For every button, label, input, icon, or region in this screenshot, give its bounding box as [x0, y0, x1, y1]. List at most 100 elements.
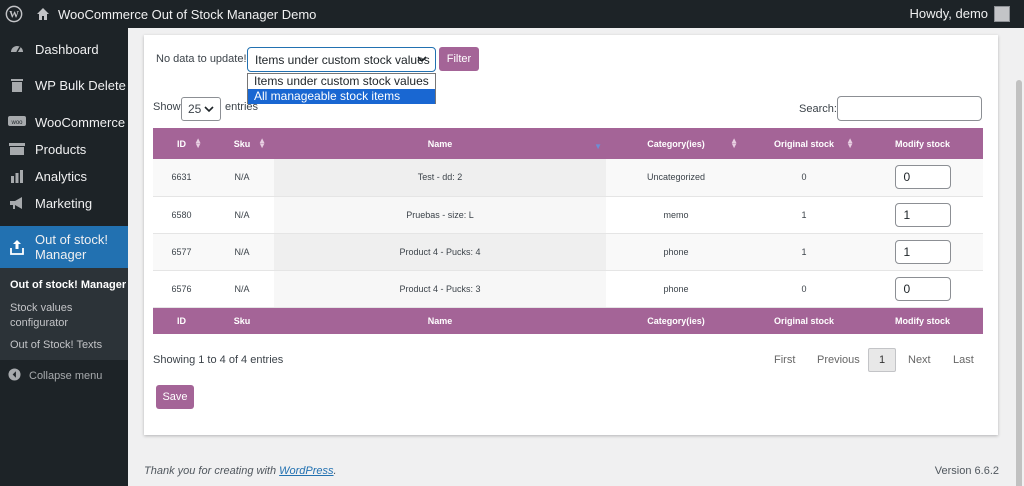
- cell-name: Product 4 - Pucks: 3: [274, 270, 606, 308]
- sort-arrows-icon: ▲ ▼: [846, 136, 854, 150]
- admin-sidebar: Dashboard WP Bulk Delete woo WooCommerce…: [0, 28, 128, 486]
- entries-length-select[interactable]: 25: [181, 97, 221, 121]
- wordpress-logo-icon[interactable]: W: [0, 0, 28, 28]
- modify-stock-input[interactable]: 1: [894, 239, 951, 264]
- site-name-link[interactable]: WooCommerce Out of Stock Manager Demo: [58, 7, 316, 22]
- chevron-down-icon: [416, 53, 428, 68]
- sidebar-item-marketing[interactable]: Marketing: [0, 186, 128, 220]
- footer-header-id: ID: [153, 307, 210, 334]
- home-icon[interactable]: [34, 0, 52, 28]
- cell-modify-stock: 0: [862, 270, 983, 308]
- cell-id: 6631: [153, 159, 210, 197]
- filter-status-label: No data to update!: [156, 53, 247, 65]
- column-header-label: Sku: [233, 138, 251, 149]
- sidebar-item-label: WP Bulk Delete: [35, 77, 126, 93]
- sort-arrows-icon: ▲ ▼: [730, 136, 738, 150]
- cell-sku: N/A: [210, 159, 274, 197]
- search-input[interactable]: [837, 96, 982, 121]
- cell-id: 6580: [153, 196, 210, 234]
- stock-table: ID ▲ ▼ Sku ▲ ▼ Name ▼ Category(ies) ▲ ▼ Origina…: [153, 128, 983, 334]
- cell-modify-stock: 1: [862, 233, 983, 271]
- filter-option-custom-stock[interactable]: Items under custom stock values: [248, 74, 435, 89]
- filter-option-all-manageable[interactable]: All manageable stock items: [248, 89, 435, 104]
- modify-stock-input[interactable]: 1: [894, 202, 951, 227]
- sidebar-item-label: Analytics: [35, 168, 88, 184]
- svg-text:W: W: [9, 10, 19, 21]
- footer-version: Version 6.6.2: [934, 465, 999, 477]
- pagination-next[interactable]: Next: [908, 348, 931, 372]
- cell-category: memo: [606, 196, 746, 234]
- submenu-item-out-of-stock-manager[interactable]: Out of stock! Manager: [10, 278, 126, 293]
- footer-thanks: Thank you for creating with WordPress.: [144, 465, 337, 477]
- submenu-item-out-of-stock-texts[interactable]: Out of Stock! Texts: [10, 338, 102, 353]
- cell-id: 6577: [153, 233, 210, 271]
- table-info: Showing 1 to 4 of 4 entries: [153, 354, 284, 366]
- upload-icon: [7, 237, 27, 257]
- filter-select-value: Items under custom stock values: [255, 52, 430, 67]
- cell-sku: N/A: [210, 196, 274, 234]
- table-row: 6577 N/A Product 4 - Pucks: 4 phone 1 1: [153, 233, 983, 271]
- pagination-first[interactable]: First: [774, 348, 795, 372]
- scrollbar-thumb[interactable]: [1016, 80, 1022, 486]
- filter-button[interactable]: Filter: [439, 47, 479, 71]
- cell-original-stock: 0: [746, 270, 862, 308]
- sort-arrows-icon: ▲ ▼: [194, 136, 202, 150]
- label-line-2: configurator: [10, 317, 69, 329]
- sidebar-item-label: WooCommerce: [35, 114, 126, 130]
- dashboard-icon: [7, 39, 27, 59]
- cell-id: 6576: [153, 270, 210, 308]
- table-row: 6576 N/A Product 4 - Pucks: 3 phone 0 0: [153, 270, 983, 308]
- chevron-down-icon: [203, 103, 215, 118]
- modify-stock-input[interactable]: 0: [894, 276, 951, 301]
- search-label: Search:: [799, 103, 837, 115]
- cell-original-stock: 1: [746, 196, 862, 234]
- current-page-number[interactable]: 1: [868, 348, 896, 372]
- cell-sku: N/A: [210, 270, 274, 308]
- table-row: 6580 N/A Pruebas - size: L memo 1 1: [153, 196, 983, 234]
- cell-original-stock: 1: [746, 233, 862, 271]
- cell-name: Test - dd: 2: [274, 159, 606, 197]
- entries-length-value: 25: [188, 102, 202, 116]
- howdy-user[interactable]: Howdy, demo: [909, 0, 988, 28]
- filter-select[interactable]: Items under custom stock values: [247, 47, 436, 72]
- footer-header-original-stock: Original stock: [746, 307, 862, 334]
- page-scrollbar[interactable]: [1014, 28, 1024, 486]
- column-header-id[interactable]: ID ▲ ▼: [153, 128, 210, 159]
- footer-thanks-suffix: .: [333, 465, 337, 477]
- table-row: 6631 N/A Test - dd: 2 Uncategorized 0 0: [153, 159, 983, 197]
- save-button[interactable]: Save: [156, 385, 194, 409]
- sidebar-submenu: Out of stock! Manager Stock values config…: [0, 268, 128, 360]
- label-line-1: Stock values: [10, 302, 73, 314]
- pagination-current[interactable]: 1: [868, 348, 896, 372]
- column-header-sku[interactable]: Sku ▲ ▼: [210, 128, 274, 159]
- pagination-previous[interactable]: Previous: [817, 348, 860, 372]
- column-header-category[interactable]: Category(ies) ▲ ▼: [606, 128, 746, 159]
- sidebar-item-out-of-stock-manager[interactable]: Out of stock! Manager: [0, 226, 128, 268]
- cell-original-stock: 0: [746, 159, 862, 197]
- label-line-2: Manager: [35, 247, 87, 262]
- collapse-label: Collapse menu: [29, 370, 103, 382]
- trash-icon: [7, 75, 27, 95]
- collapse-menu-button[interactable]: Collapse menu: [0, 364, 128, 388]
- bar-chart-icon: [7, 166, 27, 186]
- cell-sku: N/A: [210, 233, 274, 271]
- svg-text:woo: woo: [10, 120, 23, 126]
- column-header-original-stock[interactable]: Original stock ▲ ▼: [746, 128, 862, 159]
- wordpress-link[interactable]: WordPress: [279, 465, 333, 477]
- modify-stock-input[interactable]: 0: [894, 165, 951, 190]
- stock-manager-panel: No data to update! Items under custom st…: [144, 35, 998, 435]
- sort-descending-icon: ▼: [594, 142, 602, 151]
- column-header-modify-stock: Modify stock: [862, 128, 983, 159]
- avatar[interactable]: [994, 6, 1010, 22]
- column-header-label: Original stock: [773, 138, 835, 149]
- cell-modify-stock: 1: [862, 196, 983, 234]
- sidebar-item-label: Marketing: [35, 195, 93, 211]
- pagination-last[interactable]: Last: [953, 348, 974, 372]
- sidebar-item-wp-bulk-delete[interactable]: WP Bulk Delete: [0, 68, 128, 102]
- megaphone-icon: [7, 193, 27, 213]
- column-header-name[interactable]: Name ▼: [274, 128, 606, 159]
- show-label: Show: [153, 101, 181, 113]
- collapse-arrow-icon: [8, 368, 21, 384]
- submenu-item-stock-values-configurator[interactable]: Stock values configurator: [10, 301, 72, 331]
- sidebar-item-dashboard[interactable]: Dashboard: [0, 32, 128, 66]
